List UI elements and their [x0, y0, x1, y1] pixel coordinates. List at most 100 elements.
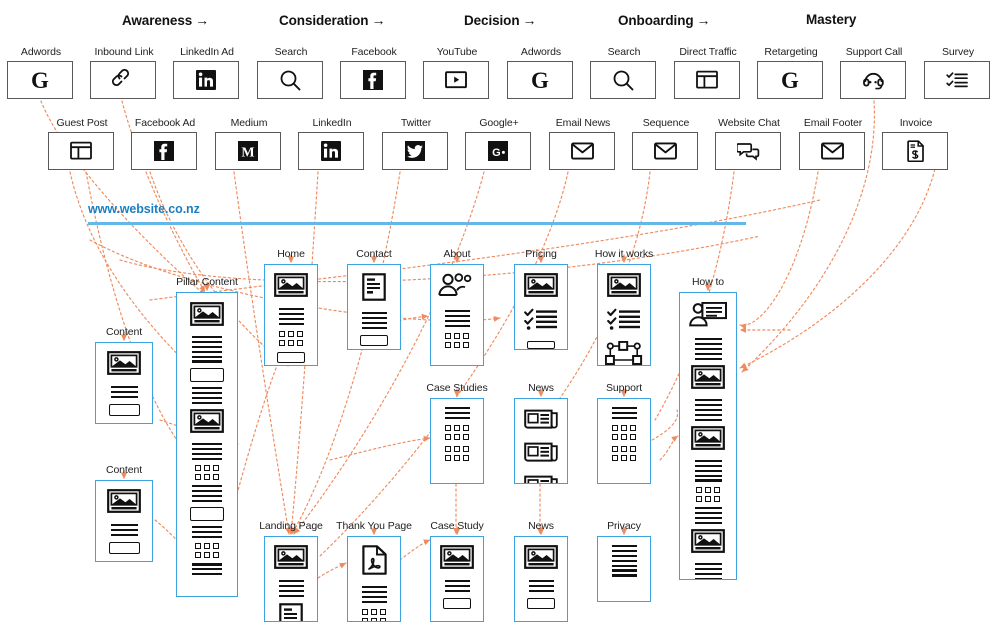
channel-tile[interactable] [173, 61, 239, 99]
channel-adwords[interactable]: Adwords G [7, 46, 75, 99]
page-card-landing-page[interactable]: Landing Page [259, 520, 323, 622]
channel-facebook-ad[interactable]: Facebook Ad [131, 117, 199, 170]
channel-tile[interactable] [48, 132, 114, 170]
cta-button-shape [527, 341, 555, 349]
channel-youtube[interactable]: YouTube [423, 46, 491, 99]
channel-website-chat[interactable]: Website Chat [715, 117, 783, 170]
diagram-canvas: Awareness → Consideration → Decision → Onbo… [0, 0, 1000, 630]
channel-email-news[interactable]: Email News [549, 117, 617, 170]
google-plus-icon: G [487, 140, 509, 162]
page-card-how-to[interactable]: How to [679, 276, 737, 580]
channel-tile[interactable] [423, 61, 489, 99]
channel-tile[interactable] [632, 132, 698, 170]
linkedin-icon [320, 140, 342, 162]
channel-tile[interactable] [257, 61, 323, 99]
grid-thumbnails-block [612, 446, 636, 462]
connector-line [659, 435, 679, 461]
page-card-case-studies[interactable]: Case Studies [426, 382, 488, 484]
grid-thumbnails-block [195, 543, 219, 559]
channel-label: Adwords [20, 46, 62, 58]
image-placeholder-icon [691, 426, 725, 450]
page-card-home[interactable]: Home [264, 248, 318, 366]
page-card-about[interactable]: About [430, 248, 484, 366]
page-card-news[interactable]: News [514, 520, 568, 622]
channel-tile[interactable]: G [7, 61, 73, 99]
page-card-contact[interactable]: Contact [347, 248, 401, 350]
channel-tile[interactable] [590, 61, 656, 99]
channel-tile[interactable]: G [465, 132, 531, 170]
channel-tile[interactable] [882, 132, 948, 170]
image-placeholder [691, 426, 725, 455]
browser-window-icon [70, 140, 92, 162]
text-lines-block [361, 312, 387, 330]
channel-email-footer[interactable]: Email Footer [799, 117, 867, 170]
channel-survey[interactable]: Survey [924, 46, 992, 99]
channel-tile[interactable] [715, 132, 781, 170]
channel-adwords[interactable]: Adwords G [507, 46, 575, 99]
link-chain-icon [112, 69, 134, 91]
channel-tile[interactable] [549, 132, 615, 170]
checklist-icon [946, 70, 968, 90]
channel-sequence[interactable]: Sequence [632, 117, 700, 170]
invoice-doc-icon [906, 140, 924, 162]
page-card-title: Case Studies [426, 382, 488, 394]
page-card-title: Contact [356, 248, 392, 260]
medium-icon: M [237, 140, 259, 162]
channel-label: Invoice [899, 117, 933, 129]
image-placeholder-icon [524, 545, 558, 569]
channel-tile[interactable] [131, 132, 197, 170]
channel-tile[interactable] [340, 61, 406, 99]
channel-label: Email Footer [803, 117, 863, 129]
text-lines-block [694, 506, 722, 524]
page-card-case-study[interactable]: Case Study [430, 520, 484, 622]
channel-support-call[interactable]: Support Call [840, 46, 908, 99]
channel-medium[interactable]: Medium M [215, 117, 283, 170]
text-lines-block [444, 407, 470, 420]
channel-tile[interactable] [924, 61, 990, 99]
text-lines-block [192, 442, 222, 460]
channel-tile[interactable] [840, 61, 906, 99]
page-card-pricing[interactable]: Pricing [514, 248, 568, 350]
page-card-support[interactable]: Support [597, 382, 651, 484]
page-card-body [176, 292, 238, 597]
channel-facebook[interactable]: Facebook [340, 46, 408, 99]
checklist-thumb [607, 308, 641, 335]
page-card-how-it-works[interactable]: How it works [595, 248, 653, 366]
page-card-pillar-content[interactable]: Pillar Content [176, 276, 238, 597]
channel-tile[interactable] [674, 61, 740, 99]
channel-retargeting[interactable]: Retargeting G [757, 46, 825, 99]
channel-linkedin-ad[interactable]: LinkedIn Ad [173, 46, 241, 99]
connector-line [399, 539, 431, 561]
stage-mastery: Mastery [806, 12, 856, 27]
channel-guest-post[interactable]: Guest Post [48, 117, 116, 170]
article-thumb [524, 473, 558, 483]
channel-direct-traffic[interactable]: Direct Traffic [674, 46, 742, 99]
channel-tile[interactable]: G [757, 61, 823, 99]
text-lines-block [694, 398, 722, 421]
page-card-content[interactable]: Content [95, 464, 153, 562]
image-placeholder [691, 529, 725, 558]
twitter-icon [404, 140, 426, 162]
image-placeholder-icon [440, 545, 474, 569]
channel-twitter[interactable]: Twitter [382, 117, 450, 170]
text-lines-block [278, 308, 304, 326]
page-card-content[interactable]: Content [95, 326, 153, 424]
channel-invoice[interactable]: Invoice [882, 117, 950, 170]
channel-tile[interactable] [298, 132, 364, 170]
page-card-thank-you-page[interactable]: Thank You Page [336, 520, 412, 622]
channel-inbound-link[interactable]: Inbound Link [90, 46, 158, 99]
channel-search[interactable]: Search [257, 46, 325, 99]
channel-tile[interactable] [90, 61, 156, 99]
channel-tile[interactable]: G [507, 61, 573, 99]
channel-tile[interactable]: M [215, 132, 281, 170]
channel-tile[interactable] [382, 132, 448, 170]
channel-search[interactable]: Search [590, 46, 658, 99]
page-card-privacy[interactable]: Privacy [597, 520, 651, 602]
channel-tile[interactable] [799, 132, 865, 170]
image-placeholder [107, 351, 141, 380]
channel-google-[interactable]: Google+ G [465, 117, 533, 170]
channel-linkedin[interactable]: LinkedIn [298, 117, 366, 170]
website-url[interactable]: www.website.co.nz [88, 202, 200, 216]
channel-label: Retargeting [764, 46, 818, 58]
page-card-news[interactable]: News [514, 382, 568, 484]
